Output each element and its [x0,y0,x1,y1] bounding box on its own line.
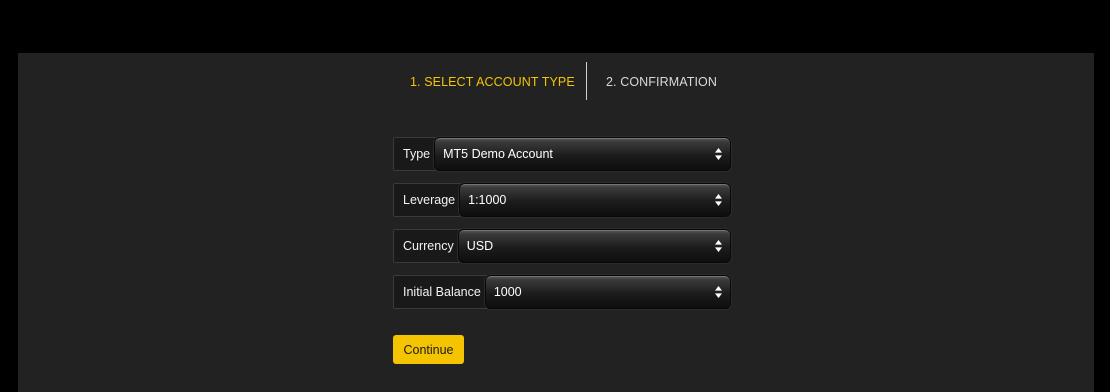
initial-balance-label: Initial Balance [393,275,487,309]
leverage-field: Leverage 1:1000 [393,183,731,217]
currency-label: Currency [393,229,460,263]
leverage-select[interactable]: 1:1000 [459,183,731,217]
account-panel: 1. SELECT ACCOUNT TYPE 2. CONFIRMATION T… [18,53,1094,392]
select-arrows-icon [715,240,722,252]
leverage-label: Leverage [393,183,462,217]
step-divider [586,62,587,100]
select-arrows-icon [715,286,722,298]
type-select[interactable]: MT5 Demo Account [434,137,731,171]
step-select-account-type: 1. SELECT ACCOUNT TYPE [410,75,575,89]
step-confirmation: 2. CONFIRMATION [606,75,717,89]
continue-button[interactable]: Continue [393,335,464,364]
select-arrows-icon [715,194,722,206]
initial-balance-select-value: 1000 [493,285,522,299]
initial-balance-select[interactable]: 1000 [484,275,731,309]
select-arrows-icon [715,148,722,160]
type-label: Type [393,137,437,171]
currency-select[interactable]: USD [457,229,731,263]
leverage-select-value: 1:1000 [468,193,507,207]
currency-field: Currency USD [393,229,731,263]
currency-select-value: USD [466,239,494,253]
type-select-value: MT5 Demo Account [443,147,553,161]
initial-balance-field: Initial Balance 1000 [393,275,731,309]
type-field: Type MT5 Demo Account [393,137,731,171]
step-indicator: 1. SELECT ACCOUNT TYPE 2. CONFIRMATION [18,53,1094,109]
